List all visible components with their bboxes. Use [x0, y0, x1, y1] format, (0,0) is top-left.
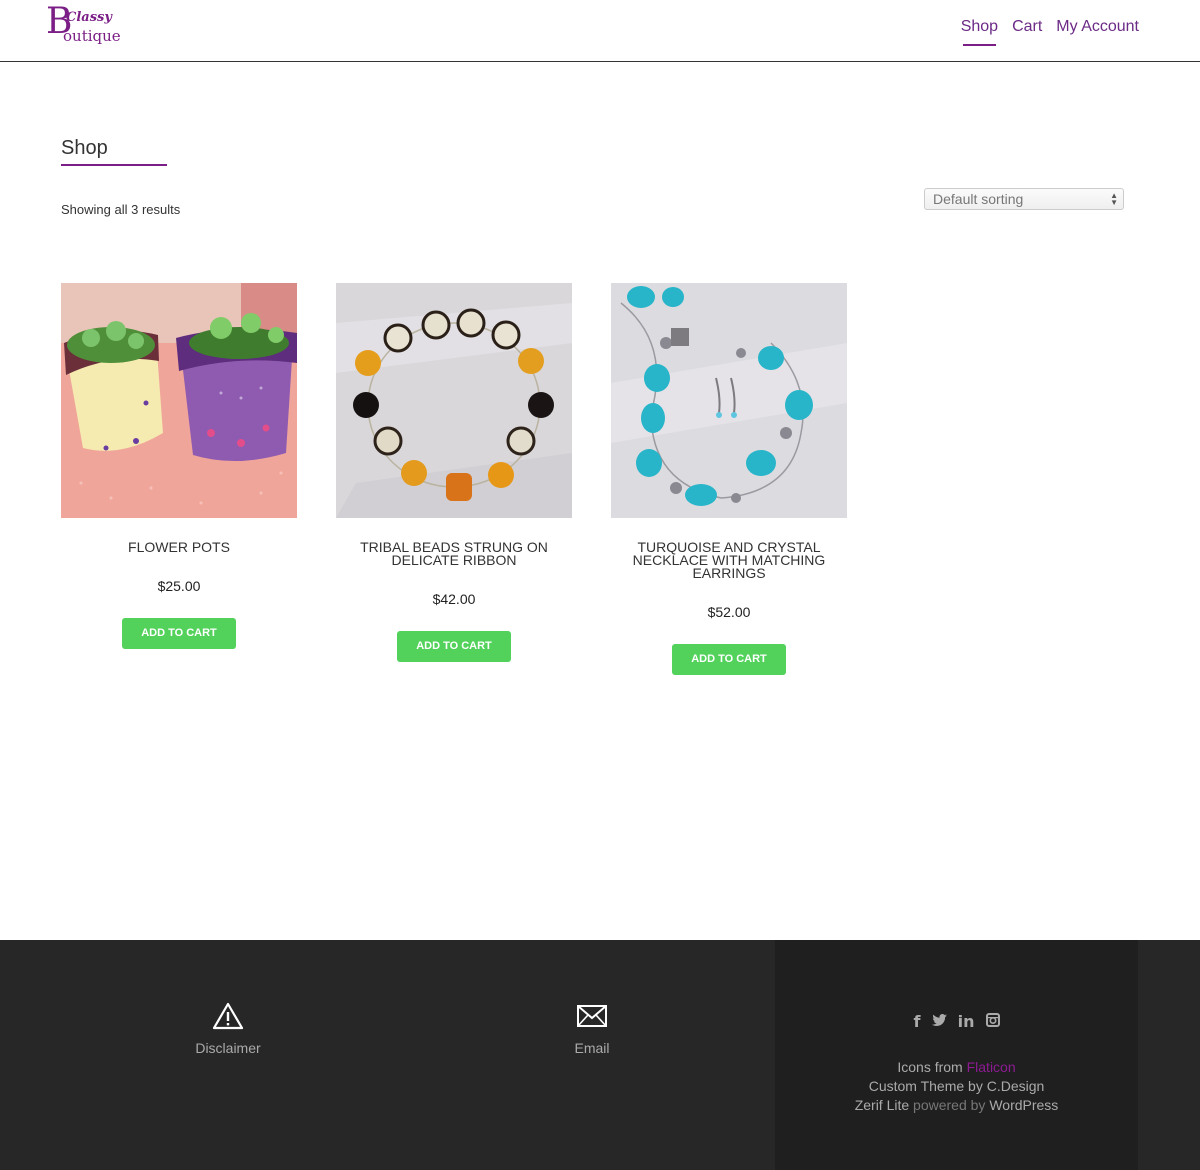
sort-selected-value: Default sorting — [933, 191, 1024, 207]
logo-top-word: Classy — [66, 10, 112, 25]
facebook-icon[interactable]: f — [913, 1012, 920, 1031]
product-name[interactable]: FLOWER POTS — [61, 540, 297, 554]
flaticon-link[interactable]: Flaticon — [967, 1059, 1016, 1075]
product-card: TURQUOISE AND CRYSTAL NECKLACE WITH MATC… — [611, 283, 847, 675]
linkedin-icon[interactable]: in — [958, 1012, 975, 1031]
twitter-icon[interactable] — [931, 1012, 947, 1031]
envelope-icon — [577, 1005, 607, 1027]
product-name[interactable]: TRIBAL BEADS STRUNG ON DELICATE RIBBON — [336, 540, 572, 567]
result-count: Showing all 3 results — [61, 202, 181, 217]
site-logo[interactable]: B Classy outique — [46, 4, 136, 46]
product-card: FLOWER POTS $25.00 ADD TO CART — [61, 283, 297, 649]
product-image-turquoise-necklace[interactable] — [611, 283, 847, 518]
credit-icons-line: Icons from Flaticon — [775, 1058, 1138, 1077]
title-underline — [61, 164, 167, 166]
select-arrows-icon: ▲ ▼ — [1110, 191, 1118, 207]
nav-shop[interactable]: Shop — [961, 18, 998, 46]
instagram-icon[interactable] — [985, 1012, 1000, 1031]
social-links: f in — [775, 1012, 1138, 1031]
theme-name-link[interactable]: Zerif Lite — [855, 1097, 909, 1113]
logo-bottom-word: outique — [63, 27, 121, 45]
powered-by-text: powered by — [913, 1097, 986, 1113]
email-label: Email — [574, 1040, 610, 1056]
add-to-cart-button[interactable]: ADD TO CART — [122, 618, 236, 649]
product-price: $52.00 — [707, 604, 751, 620]
sort-select[interactable]: Default sorting ▲ ▼ — [924, 188, 1124, 210]
add-to-cart-button[interactable]: ADD TO CART — [672, 644, 786, 675]
footer-credits-panel: f in Icons from Flaticon Custom Theme by… — [775, 940, 1138, 1170]
footer-email[interactable]: Email — [492, 1002, 692, 1056]
warning-icon — [212, 1002, 244, 1030]
product-price: $25.00 — [157, 578, 201, 594]
site-footer: Disclaimer Email f in Icons from Flatico… — [0, 940, 1200, 1170]
footer-credits: Icons from Flaticon Custom Theme by C.De… — [775, 1058, 1138, 1115]
nav-my-account[interactable]: My Account — [1056, 18, 1139, 44]
credit-icons-prefix: Icons from — [897, 1059, 963, 1075]
footer-disclaimer[interactable]: Disclaimer — [128, 1002, 328, 1056]
disclaimer-label: Disclaimer — [195, 1040, 261, 1056]
wordpress-link[interactable]: WordPress — [989, 1097, 1058, 1113]
product-image-tribal-beads[interactable] — [336, 283, 572, 518]
main-nav: Shop Cart My Account — [947, 18, 1139, 46]
credit-powered-line: Zerif Lite powered by WordPress — [775, 1096, 1138, 1115]
product-image-flower-pots[interactable] — [61, 283, 297, 518]
add-to-cart-button[interactable]: ADD TO CART — [397, 631, 511, 662]
credit-custom-theme: Custom Theme by C.Design — [868, 1078, 1045, 1094]
nav-cart[interactable]: Cart — [1012, 18, 1042, 44]
product-card: TRIBAL BEADS STRUNG ON DELICATE RIBBON $… — [336, 283, 572, 662]
page-title: Shop — [61, 137, 108, 159]
site-header: B Classy outique Shop Cart My Account — [0, 0, 1200, 62]
product-name[interactable]: TURQUOISE AND CRYSTAL NECKLACE WITH MATC… — [611, 540, 847, 580]
product-price: $42.00 — [432, 591, 476, 607]
